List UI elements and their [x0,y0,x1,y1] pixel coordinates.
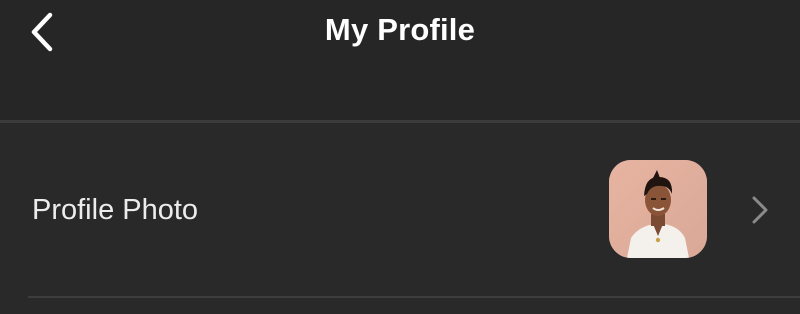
profile-photo-row[interactable]: Profile Photo [0,123,800,297]
avatar[interactable] [609,160,707,258]
profile-screen: My Profile Profile Photo [0,0,800,314]
page-title: My Profile [324,12,476,47]
chevron-right-icon [752,196,768,224]
avatar-image [609,160,707,258]
row-divider [28,296,800,298]
profile-photo-label: Profile Photo [32,194,199,226]
header-bar: My Profile [0,0,800,120]
